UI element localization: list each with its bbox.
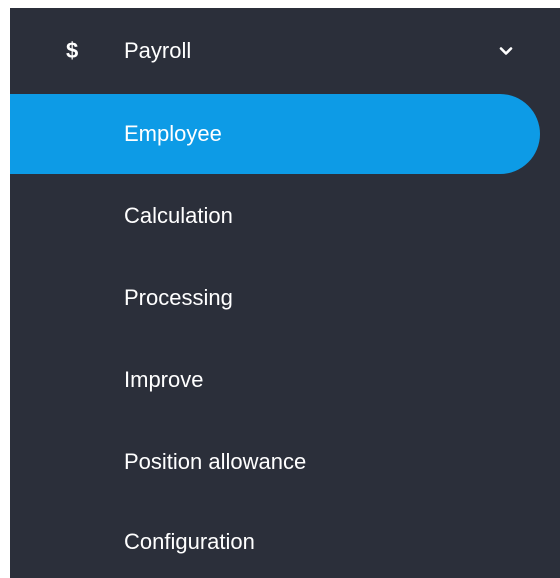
chevron-down-icon[interactable]: [498, 43, 514, 59]
submenu-item-label: Employee: [124, 121, 222, 146]
submenu-item-employee[interactable]: Employee: [10, 94, 540, 174]
submenu-item-label: Improve: [124, 367, 204, 392]
submenu-item-label: Position allowance: [124, 449, 307, 474]
submenu-item-label: Processing: [124, 285, 233, 310]
payroll-menu-label: Payroll: [124, 38, 192, 63]
submenu-item-improve[interactable]: Improve: [10, 340, 560, 420]
dollar-icon: $: [66, 38, 79, 63]
submenu-item-configuration[interactable]: Configuration: [10, 502, 560, 578]
sidebar: $ Payroll Employee Calculation Processin…: [10, 8, 560, 578]
payroll-menu-header[interactable]: $ Payroll: [10, 8, 560, 94]
submenu-item-label: Configuration: [124, 529, 255, 554]
submenu-item-calculation[interactable]: Calculation: [10, 176, 560, 256]
submenu-item-position-allowance[interactable]: Position allowance: [10, 422, 560, 502]
submenu-item-processing[interactable]: Processing: [10, 258, 560, 338]
submenu-item-label: Calculation: [124, 203, 233, 228]
